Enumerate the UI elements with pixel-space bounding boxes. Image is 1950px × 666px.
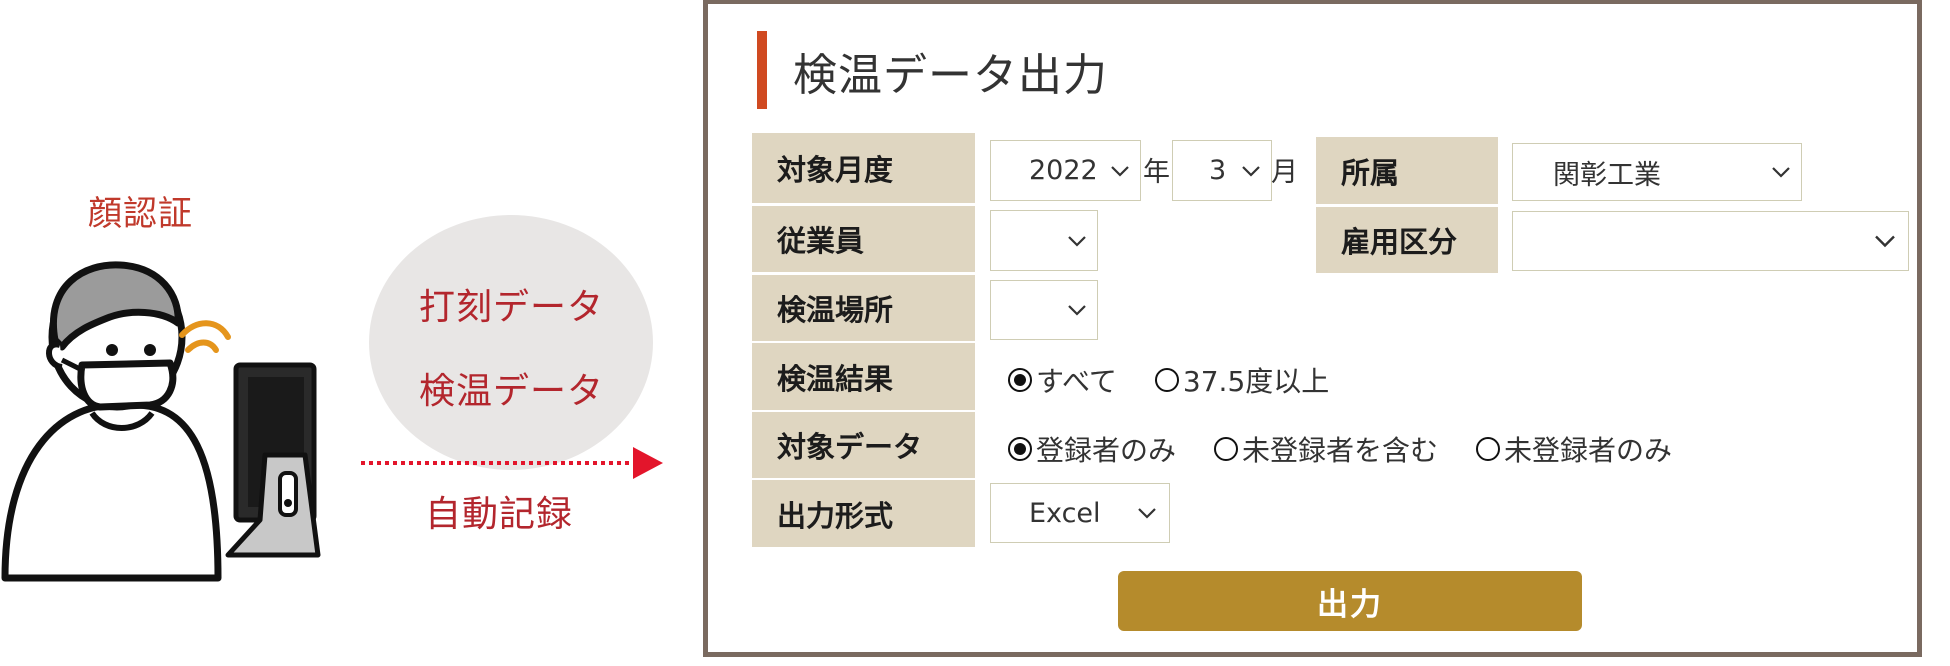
radio-unselected-icon [1476,437,1501,461]
radio-label: 未登録者を含む [1242,434,1439,467]
temperature-data-label: 検温データ [419,371,605,412]
radio-selected-icon [1008,368,1032,392]
label-department: 所属 [1316,137,1498,204]
person-with-mask-icon [1,261,321,582]
radio-result-over-37-5[interactable]: 37.5度以上 [1154,360,1330,400]
target-radio-group: 登録者のみ 未登録者を含む 未登録者のみ [1008,429,1710,469]
chevron-down-icon [1772,167,1790,178]
page-title: 検温データ出力 [793,50,1108,101]
radio-result-all[interactable]: すべて [1008,360,1117,400]
label-employee: 従業員 [752,206,975,272]
right-arrow-icon [361,447,663,479]
face-recognition-caption: 顔認証 [88,194,193,234]
title-accent-bar [757,31,767,109]
result-radio-group: すべて 37.5度以上 [1008,360,1367,400]
output-button[interactable]: 出力 [1118,571,1582,631]
radio-selected-icon [1008,437,1032,461]
label-measurement-location: 検温場所 [752,275,975,341]
signal-waves-icon [179,320,231,353]
label-measurement-result: 検温結果 [752,343,975,410]
year-select[interactable]: 2022 [990,140,1141,201]
radio-label: すべて [1036,365,1117,398]
chevron-down-icon [1111,165,1129,177]
label-employment-type: 雇用区分 [1316,207,1498,273]
label-target-month: 対象月度 [752,133,975,203]
output-format-select[interactable]: Excel [990,483,1170,543]
department-select[interactable]: 関彰工業 [1512,143,1802,201]
radio-label: 37.5度以上 [1182,365,1330,398]
month-select-value: 3 [1209,155,1227,186]
employee-select[interactable] [990,210,1098,271]
radio-include-unregistered[interactable]: 未登録者を含む [1214,429,1438,469]
chevron-down-icon [1138,508,1156,519]
chevron-down-icon [1242,165,1260,177]
department-select-value: 関彰工業 [1553,159,1661,191]
year-unit-label: 年 [1143,157,1170,188]
chevron-down-icon [1068,235,1086,247]
face-terminal-icon [225,362,321,558]
employment-type-select[interactable] [1512,211,1909,271]
chevron-down-icon [1875,235,1895,248]
radio-unselected-icon [1214,437,1239,461]
label-output-format: 出力形式 [752,480,975,547]
month-select[interactable]: 3 [1172,140,1272,201]
label-target-data: 対象データ [752,412,975,478]
radio-unselected-icon [1154,368,1179,392]
month-unit-label: 月 [1271,157,1298,188]
radio-label: 登録者のみ [1036,434,1177,467]
radio-label: 未登録者のみ [1504,434,1673,467]
radio-registered-only[interactable]: 登録者のみ [1008,429,1176,469]
radio-unregistered-only[interactable]: 未登録者のみ [1476,429,1672,469]
chevron-down-icon [1068,305,1086,316]
location-select[interactable] [990,280,1098,340]
auto-record-caption: 自動記録 [425,494,574,535]
data-bubble [369,215,653,470]
stamp-data-label: 打刻データ [419,287,605,328]
